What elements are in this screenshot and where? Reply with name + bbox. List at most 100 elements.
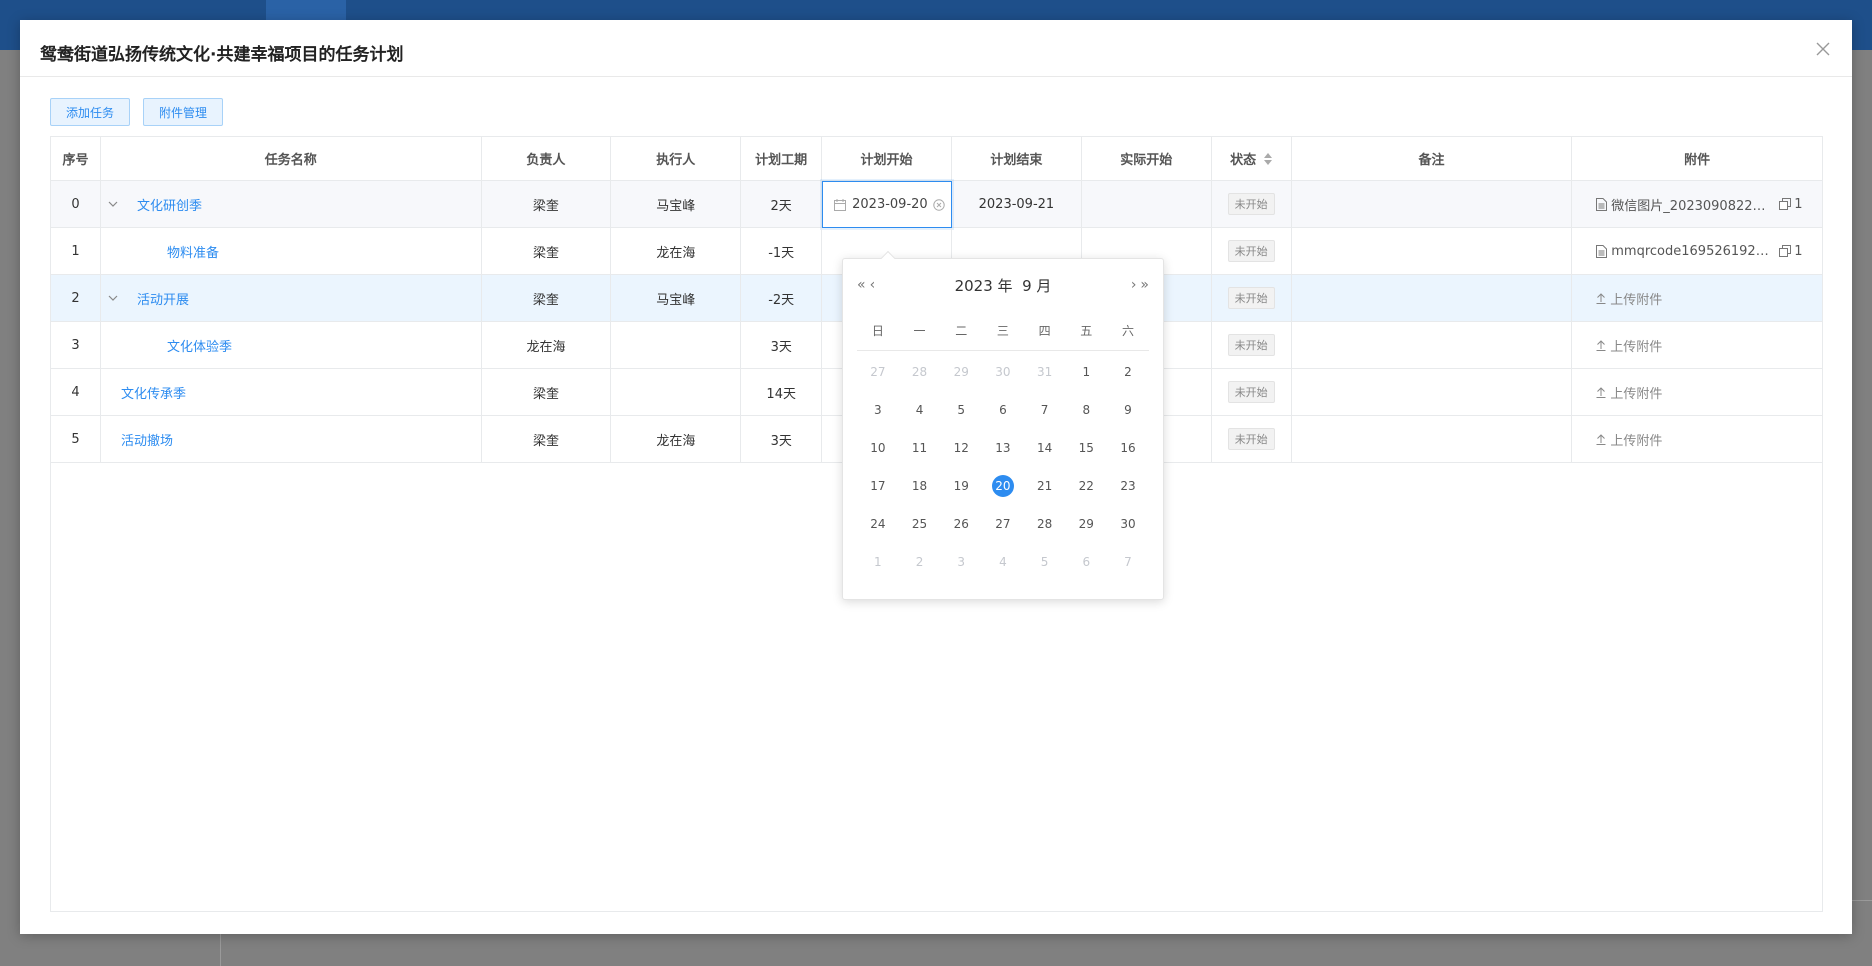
calendar-day[interactable]: 10 — [857, 429, 899, 467]
calendar-day-number: 1 — [874, 555, 882, 569]
cell-remark — [1292, 369, 1573, 415]
task-name-link[interactable]: 文化传承季 — [121, 383, 186, 402]
cell-remark — [1292, 228, 1573, 274]
calendar-day[interactable]: 27 — [982, 505, 1024, 543]
calendar-day[interactable]: 23 — [1107, 467, 1149, 505]
calendar-day[interactable]: 18 — [899, 467, 941, 505]
calendar-day[interactable]: 25 — [899, 505, 941, 543]
cell-attachment: 上传附件 — [1572, 322, 1822, 368]
task-name-link[interactable]: 文化研创季 — [137, 195, 202, 214]
attachment-count[interactable]: 1 — [1779, 244, 1803, 259]
calendar-day[interactable]: 9 — [1107, 391, 1149, 429]
calendar-day[interactable]: 12 — [940, 429, 982, 467]
calendar-day[interactable]: 7 — [1107, 543, 1149, 581]
task-name-link[interactable]: 活动开展 — [137, 289, 189, 308]
status-badge: 未开始 — [1227, 193, 1275, 215]
calendar-day-number: 24 — [870, 517, 886, 531]
upload-attachment-link[interactable]: 上传附件 — [1572, 383, 1662, 402]
attachment-count-value: 1 — [1794, 196, 1803, 212]
plan-start-date-input[interactable]: 2023-09-20 — [822, 181, 953, 228]
upload-attachment-link[interactable]: 上传附件 — [1572, 430, 1662, 449]
calendar-day[interactable]: 31 — [1024, 353, 1066, 391]
calendar-day[interactable]: 15 — [1065, 429, 1107, 467]
header-status[interactable]: 状态 — [1212, 137, 1292, 180]
upload-attachment-link[interactable]: 上传附件 — [1572, 336, 1662, 355]
calendar-day-number: 4 — [999, 555, 1007, 569]
task-name-link[interactable]: 活动撤场 — [121, 430, 173, 449]
calendar-day-number: 16 — [1120, 441, 1136, 455]
calendar-day[interactable]: 7 — [1024, 391, 1066, 429]
calendar-day[interactable]: 13 — [982, 429, 1024, 467]
close-icon[interactable] — [1816, 42, 1832, 58]
calendar-day[interactable]: 29 — [940, 353, 982, 391]
calendar-day[interactable]: 21 — [1024, 467, 1066, 505]
table-row[interactable]: 0 文化研创季 梁奎 马宝峰 2天 2023-09-20 2023-09-21 … — [51, 181, 1822, 228]
cell-index: 5 — [51, 416, 101, 462]
file-icon — [1596, 197, 1608, 211]
upload-label: 上传附件 — [1610, 339, 1663, 355]
calendar-day[interactable]: 26 — [940, 505, 982, 543]
upload-attachment-link[interactable]: 上传附件 — [1572, 289, 1662, 308]
calendar-day[interactable]: 30 — [1107, 505, 1149, 543]
calendar-day[interactable]: 19 — [940, 467, 982, 505]
clear-icon[interactable] — [933, 199, 945, 211]
table-header: 序号 任务名称 负责人 执行人 计划工期 计划开始 计划结束 实际开始 状态 备… — [51, 137, 1822, 181]
attachment-count[interactable]: 1 — [1779, 196, 1803, 212]
calendar-day[interactable]: 4 — [899, 391, 941, 429]
cell-remark — [1292, 322, 1573, 368]
chevron-down-icon[interactable] — [107, 292, 119, 304]
add-task-button[interactable]: 添加任务 — [50, 98, 131, 126]
calendar-day-number: 30 — [995, 365, 1011, 379]
task-name-link[interactable]: 物料准备 — [167, 242, 219, 261]
attachment-file[interactable]: 微信图片_20230908224... 1 — [1572, 195, 1803, 214]
calendar-day[interactable]: 1 — [1065, 353, 1107, 391]
next-month-icon[interactable]: › — [1131, 277, 1137, 293]
calendar-day[interactable]: 22 — [1065, 467, 1107, 505]
header-actual-start: 实际开始 — [1082, 137, 1212, 180]
toolbar: 添加任务 附件管理 — [50, 98, 224, 128]
calendar-day[interactable]: 28 — [1024, 505, 1066, 543]
calendar-day[interactable]: 2 — [899, 543, 941, 581]
cell-owner: 梁奎 — [482, 181, 612, 227]
calendar-day[interactable]: 14 — [1024, 429, 1066, 467]
calendar-day-number: 12 — [953, 441, 969, 455]
calendar-day[interactable]: 6 — [982, 391, 1024, 429]
header-remark: 备注 — [1292, 137, 1573, 180]
cell-executor: 龙在海 — [611, 416, 742, 462]
calendar-day[interactable]: 4 — [982, 543, 1024, 581]
chevron-down-icon[interactable] — [107, 198, 119, 210]
cell-duration: 2天 — [741, 181, 823, 227]
calendar-day[interactable]: 17 — [857, 467, 899, 505]
prev-year-icon[interactable]: « — [857, 277, 866, 293]
calendar-day[interactable]: 3 — [940, 543, 982, 581]
calendar-day[interactable]: 5 — [1024, 543, 1066, 581]
calendar-day[interactable]: 16 — [1107, 429, 1149, 467]
calendar-day-selected[interactable]: 20 — [982, 467, 1024, 505]
attachment-manage-button[interactable]: 附件管理 — [143, 98, 224, 126]
calendar-day[interactable]: 27 — [857, 353, 899, 391]
cell-attachment: 上传附件 — [1572, 416, 1822, 462]
calendar-day[interactable]: 1 — [857, 543, 899, 581]
calendar-title[interactable]: 2023 年 9 月 — [955, 275, 1052, 296]
next-year-icon[interactable]: » — [1140, 277, 1149, 293]
calendar-day[interactable]: 6 — [1065, 543, 1107, 581]
calendar-day[interactable]: 2 — [1107, 353, 1149, 391]
prev-month-icon[interactable]: ‹ — [870, 277, 876, 293]
calendar-day[interactable]: 3 — [857, 391, 899, 429]
upload-label: 上传附件 — [1610, 292, 1663, 308]
cell-executor — [611, 322, 742, 368]
task-name-link[interactable]: 文化体验季 — [167, 336, 232, 355]
calendar-day[interactable]: 11 — [899, 429, 941, 467]
calendar-day[interactable]: 24 — [857, 505, 899, 543]
sort-icon[interactable] — [1264, 152, 1273, 165]
weekday-label: 三 — [996, 324, 1009, 338]
calendar-day[interactable]: 29 — [1065, 505, 1107, 543]
attachment-file[interactable]: mmqrcode1695261924... 1 — [1572, 244, 1803, 259]
calendar-day[interactable]: 5 — [940, 391, 982, 429]
calendar-day-number: 30 — [1120, 517, 1136, 531]
calendar-day[interactable]: 8 — [1065, 391, 1107, 429]
copy-icon — [1779, 245, 1792, 257]
calendar-day[interactable]: 30 — [982, 353, 1024, 391]
modal-title: 鸳鸯街道弘扬传统文化·共建幸福项目的任务计划 — [40, 45, 404, 65]
calendar-day[interactable]: 28 — [899, 353, 941, 391]
